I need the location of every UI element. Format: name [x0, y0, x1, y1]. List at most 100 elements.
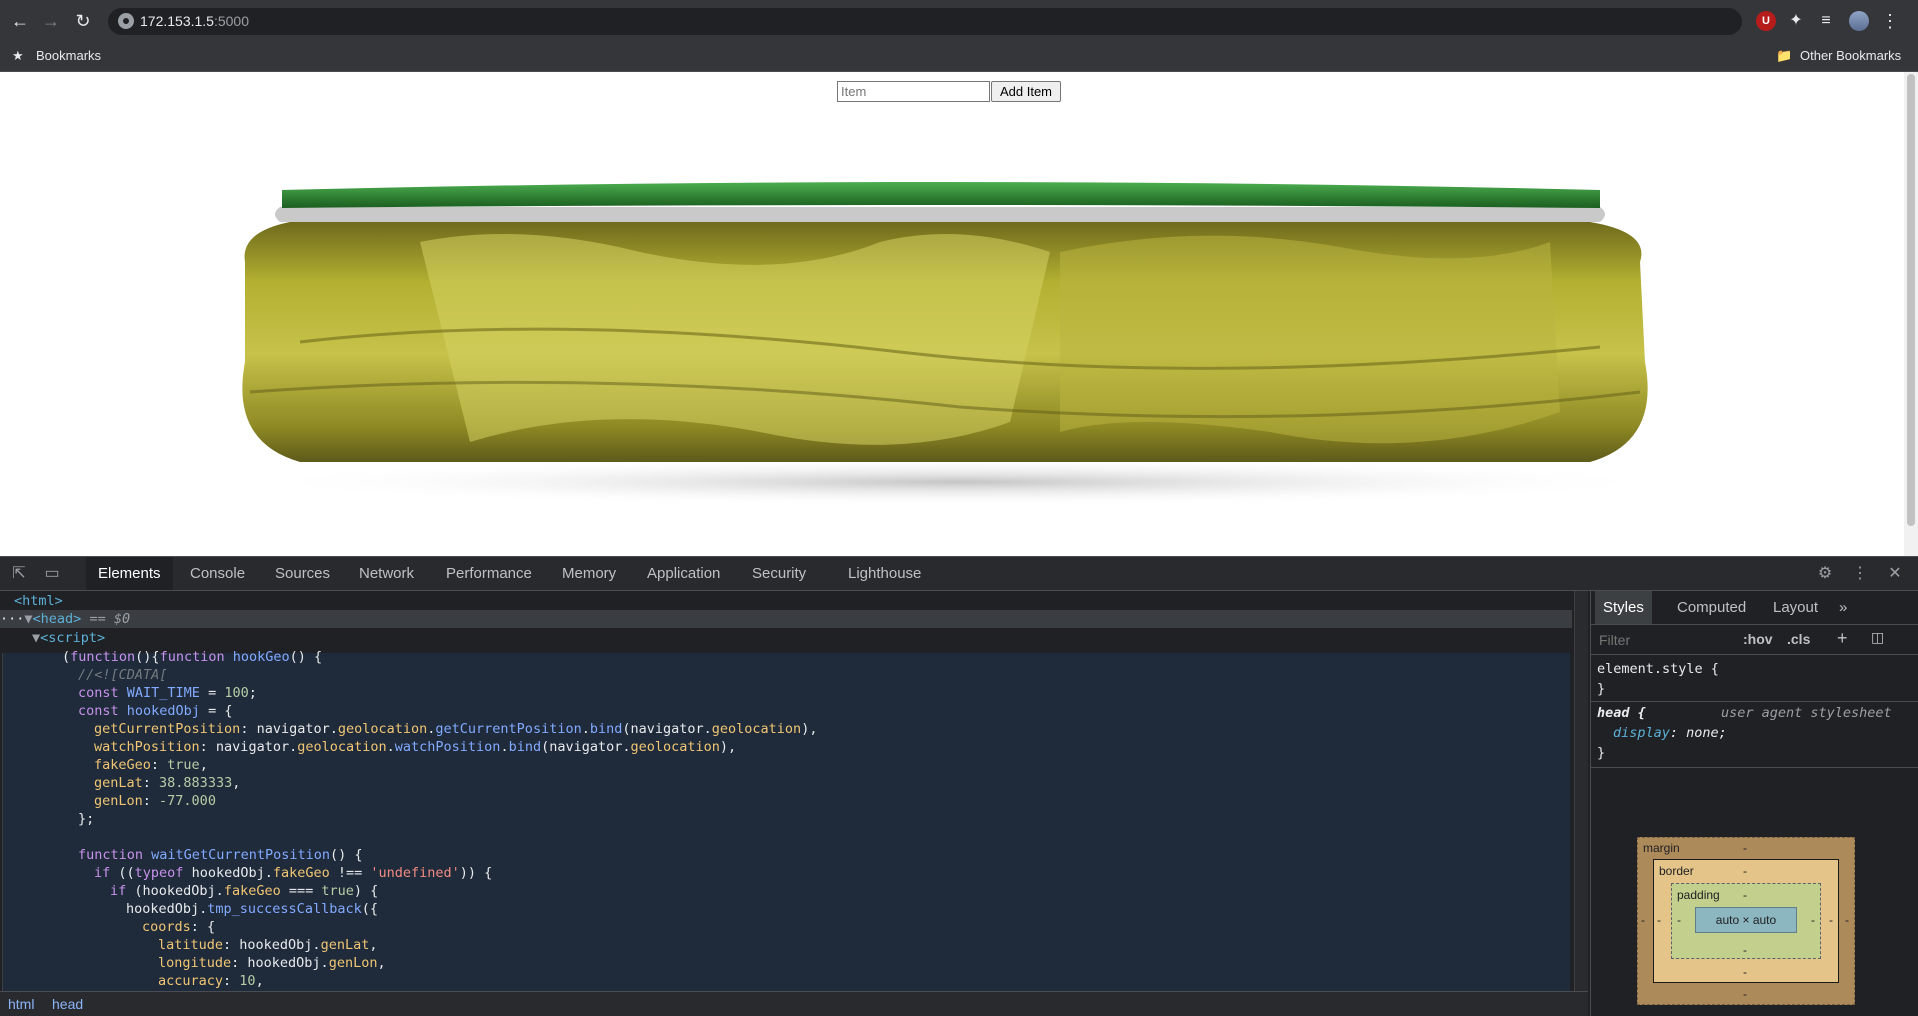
code-line: const WAIT_TIME = 100; — [78, 685, 257, 701]
extensions-puzzle-icon[interactable]: ✦ — [1786, 11, 1806, 31]
tab-styles[interactable]: Styles — [1595, 591, 1652, 624]
browser-toolbar: ← → ↻ 172.153.1.5:5000 U ✦ ≡ ⋮ — [0, 0, 1918, 42]
page-scrollbar[interactable] — [1904, 72, 1918, 556]
rule-divider — [1591, 767, 1918, 768]
margin-bottom-value: - — [1743, 987, 1747, 1001]
tab-application[interactable]: Application — [635, 557, 732, 590]
tab-sources[interactable]: Sources — [263, 557, 342, 590]
breadcrumb: html head — [0, 991, 1588, 1016]
device-toolbar-icon[interactable]: ▭ — [42, 564, 62, 584]
html-node[interactable]: <html> — [14, 592, 63, 610]
page-viewport: Add Item — [0, 72, 1918, 556]
more-options-icon[interactable]: ⋮ — [1850, 564, 1870, 584]
border-bottom-value: - — [1743, 965, 1747, 979]
close-brace: } — [1597, 745, 1606, 761]
code-line: (function(){function hookGeo() { — [62, 649, 323, 665]
tab-computed[interactable]: Computed — [1669, 591, 1754, 624]
rule-divider — [1591, 701, 1918, 702]
add-rule-icon[interactable]: + — [1837, 628, 1848, 649]
breadcrumb-html[interactable]: html — [8, 996, 34, 1012]
code-line: //<![CDATA[ — [78, 667, 168, 683]
close-devtools-icon[interactable]: ✕ — [1885, 564, 1905, 584]
pickle-jar-image — [239, 182, 1679, 506]
code-line: longitude: hookedObj.genLon, — [158, 955, 386, 971]
padding-label: padding — [1677, 888, 1720, 902]
code-line: getCurrentPosition: navigator.geolocatio… — [94, 721, 818, 737]
tab-performance[interactable]: Performance — [434, 557, 544, 590]
code-line: accuracy: 10, — [158, 973, 264, 989]
tab-network[interactable]: Network — [347, 557, 426, 590]
ublock-extension-icon[interactable]: U — [1756, 11, 1776, 31]
devtools-tabbar: ⇱ ▭ Elements Console Sources Network Per… — [0, 557, 1918, 591]
address-bar[interactable]: 172.153.1.5:5000 — [108, 8, 1742, 35]
code-line: }; — [78, 811, 95, 827]
code-line: watchPosition: navigator.geolocation.wat… — [94, 739, 737, 755]
more-tabs-icon[interactable]: » — [1831, 591, 1855, 624]
code-line: latitude: hookedObj.genLat, — [158, 937, 378, 953]
bookmarks-label[interactable]: Bookmarks — [36, 48, 101, 63]
code-line: genLat: 38.883333, — [94, 775, 241, 791]
border-top-value: - — [1743, 864, 1747, 878]
tab-security[interactable]: Security — [740, 557, 818, 590]
star-icon: ★ — [12, 48, 24, 63]
code-line: function waitGetCurrentPosition() { — [78, 847, 363, 863]
item-input[interactable] — [837, 81, 990, 102]
tab-memory[interactable]: Memory — [550, 557, 628, 590]
border-left-value: - — [1657, 913, 1661, 927]
breadcrumb-head[interactable]: head — [52, 996, 83, 1012]
element-style-rule[interactable]: element.style { — [1597, 661, 1719, 677]
profile-avatar[interactable] — [1849, 11, 1869, 31]
elements-scrollbar[interactable] — [1574, 591, 1588, 991]
add-item-button[interactable]: Add Item — [991, 81, 1061, 102]
close-brace: } — [1597, 681, 1606, 697]
styles-tabbar: Styles Computed Layout » — [1591, 591, 1918, 625]
margin-label: margin — [1643, 841, 1680, 855]
padding-left-value: - — [1677, 913, 1681, 927]
padding-right-value: - — [1811, 913, 1815, 927]
settings-gear-icon[interactable]: ⚙ — [1815, 564, 1835, 584]
browser-menu-icon[interactable]: ⋮ — [1880, 11, 1900, 31]
code-line: if ((typeof hookedObj.fakeGeo !== 'undef… — [94, 865, 493, 881]
cls-toggle[interactable]: .cls — [1787, 631, 1810, 647]
selected-node-highlight — [0, 610, 1572, 628]
margin-right-value: - — [1845, 913, 1849, 927]
padding-bottom-value: - — [1743, 943, 1747, 957]
devtools-panel: ⇱ ▭ Elements Console Sources Network Per… — [0, 556, 1918, 1016]
reading-list-icon[interactable]: ≡ — [1816, 11, 1836, 31]
tab-layout[interactable]: Layout — [1765, 591, 1826, 624]
forward-icon[interactable]: → — [39, 9, 63, 33]
box-model-content[interactable]: auto × auto — [1695, 907, 1797, 933]
styles-filter-input[interactable] — [1599, 630, 1729, 650]
script-node[interactable]: ▼<script> — [32, 629, 105, 647]
code-line: if (hookedObj.fakeGeo === true) { — [110, 883, 379, 899]
back-icon[interactable]: ← — [8, 9, 32, 33]
tab-lighthouse[interactable]: Lighthouse — [836, 557, 933, 590]
styles-filter-row: :hov .cls + ◫ — [1591, 625, 1918, 655]
site-info-icon[interactable] — [118, 13, 134, 29]
tab-console[interactable]: Console — [178, 557, 257, 590]
code-line: fakeGeo: true, — [94, 757, 208, 773]
border-right-value: - — [1829, 913, 1833, 927]
inspect-element-icon[interactable]: ⇱ — [9, 564, 29, 584]
folder-icon: 📁 — [1776, 48, 1793, 63]
code-line: const hookedObj = { — [78, 703, 233, 719]
head-node[interactable]: ···▼<head> == $0 — [0, 610, 130, 628]
box-model-diagram: margin - - - - border - - - - padding - … — [1637, 837, 1855, 1005]
hov-toggle[interactable]: :hov — [1743, 631, 1773, 647]
bookmarks-bar: ★ Bookmarks 📁 Other Bookmarks — [0, 42, 1918, 72]
border-label: border — [1659, 864, 1694, 878]
rule-source: user agent stylesheet — [1721, 705, 1892, 721]
other-bookmarks-label[interactable]: Other Bookmarks — [1800, 48, 1901, 63]
margin-left-value: - — [1641, 913, 1645, 927]
reload-icon[interactable]: ↻ — [71, 9, 95, 33]
toggle-sidebar-icon[interactable]: ◫ — [1871, 629, 1884, 646]
url-text[interactable]: 172.153.1.5:5000 — [140, 13, 249, 29]
styles-sidebar: Styles Computed Layout » :hov .cls + ◫ e… — [1590, 591, 1918, 1016]
display-declaration[interactable]: display: none; — [1613, 725, 1727, 741]
head-selector[interactable]: head { — [1597, 705, 1646, 721]
code-line: coords: { — [142, 919, 216, 935]
code-line: hookedObj.tmp_successCallback({ — [126, 901, 378, 917]
padding-top-value: - — [1743, 888, 1747, 902]
tab-elements[interactable]: Elements — [86, 557, 173, 590]
elements-tree[interactable]: <html> ···▼<head> == $0 ▼<script> (funct… — [0, 591, 1588, 991]
